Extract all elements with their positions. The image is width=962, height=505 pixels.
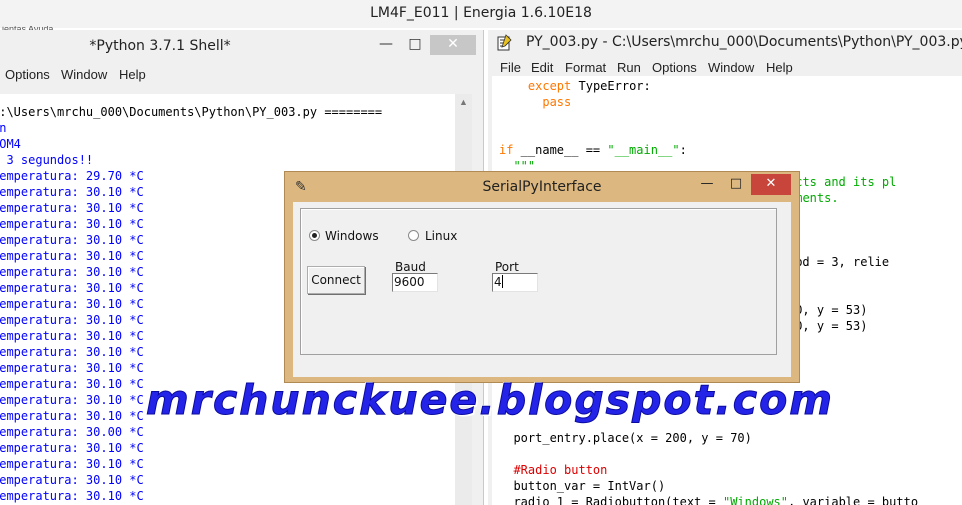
text-caret [501, 275, 503, 288]
shell-minimize-button[interactable]: — [372, 35, 400, 55]
scroll-up-arrow-icon[interactable]: ▲ [455, 94, 472, 111]
code-line: #Radio button [499, 462, 607, 478]
code-token: button_var = IntVar() [499, 479, 666, 493]
code-line: button_var = IntVar() [499, 478, 665, 494]
shell-menu-window[interactable]: Window [61, 67, 107, 82]
code-token: if [499, 143, 514, 157]
shell-output-line: Temperatura: 30.10 *C [0, 377, 144, 391]
code-token: radio_1 = Radiobutton(text = [499, 495, 723, 505]
editor-title: PY_003.py - C:\Users\mrchu_000\Documents… [526, 34, 962, 50]
editor-menu-window[interactable]: Window [708, 60, 754, 75]
shell-output-line: Temperatura: 29.70 *C [0, 169, 144, 183]
serialpyinterface-dialog: ✎ SerialPyInterface — □ ✕ Windows Linux … [284, 171, 800, 383]
shell-output-line: Temperatura: 30.10 *C [0, 217, 144, 231]
shell-output-line: n 3 segundos!! [0, 153, 94, 167]
code-token: except [527, 79, 572, 93]
shell-output-line: Temperatura: 30.10 *C [0, 201, 144, 215]
shell-title: *Python 3.7.1 Shell* [89, 38, 231, 54]
shell-output-line: COM4 [0, 137, 21, 151]
dialog-minimize-button[interactable]: — [693, 174, 721, 195]
baud-entry[interactable]: 9600 [392, 273, 438, 292]
editor-menu-edit[interactable]: Edit [531, 60, 553, 75]
radio-windows-label[interactable]: Windows [325, 229, 379, 243]
app-title-bar: LM4F_E011 | Energia 1.6.10E18 [0, 0, 962, 28]
code-token: , variable = butto [788, 495, 919, 505]
shell-output-line: Temperatura: 30.10 *C [0, 185, 144, 199]
code-line: port_entry.place(x = 200, y = 70) [499, 430, 752, 446]
shell-titlebar[interactable]: *Python 3.7.1 Shell* — □ ✕ [0, 30, 483, 60]
radio-linux-label[interactable]: Linux [425, 229, 457, 243]
code-token: "__main__" [607, 143, 680, 157]
shell-maximize-button[interactable]: □ [401, 35, 429, 55]
editor-menu-help[interactable]: Help [766, 60, 793, 75]
code-line: except TypeError: [499, 78, 651, 94]
shell-output-line: Temperatura: 30.10 *C [0, 473, 144, 487]
shell-output-line: Temperatura: 30.00 *C [0, 425, 144, 439]
code-token: #Radio button [513, 463, 608, 477]
code-line: radio_1 = Radiobutton(text = "Windows", … [499, 494, 918, 505]
shell-output-line: Temperatura: 30.10 *C [0, 457, 144, 471]
shell-menu-help[interactable]: Help [119, 67, 146, 82]
code-token: __name__ == [513, 143, 608, 157]
code-token: port_entry.place(x = 200, y = 70) [499, 431, 752, 445]
editor-menu-run[interactable]: Run [617, 60, 641, 75]
shell-menubar: Options Window Help [0, 64, 483, 84]
editor-menu-options[interactable]: Options [652, 60, 697, 75]
shell-output-line: Temperatura: 30.10 *C [0, 361, 144, 375]
port-label: Port [495, 260, 519, 274]
editor-menu-format[interactable]: Format [565, 60, 606, 75]
dialog-close-button[interactable]: ✕ [751, 174, 791, 195]
shell-output-line: Temperatura: 30.10 *C [0, 313, 144, 327]
dialog-client-area: Windows Linux Connect Baud 9600 Port 4 [293, 202, 791, 377]
shell-output-line: Temperatura: 30.10 *C [0, 297, 144, 311]
radio-linux[interactable] [408, 230, 419, 241]
dialog-maximize-button[interactable]: □ [722, 174, 750, 195]
radio-windows[interactable] [309, 230, 320, 241]
shell-output-line: C:\Users\mrchu_000\Documents\Python\PY_0… [0, 105, 383, 119]
shell-menu-options[interactable]: Options [5, 67, 50, 82]
shell-output-line: Temperatura: 30.10 *C [0, 329, 144, 343]
shell-output-line: Temperatura: 30.10 *C [0, 441, 144, 455]
shell-output-line: en [0, 120, 6, 136]
shell-output-line: Temperatura: 30.10 *C [0, 233, 144, 247]
code-token: : [679, 143, 687, 157]
code-token: TypeError: [571, 79, 651, 93]
editor-menu-file[interactable]: File [500, 60, 521, 75]
controls-frame: Windows Linux Connect Baud 9600 Port 4 [300, 208, 777, 355]
dialog-titlebar[interactable]: ✎ SerialPyInterface — □ ✕ [285, 172, 799, 201]
shell-output-line: Temperatura: 30.10 *C [0, 409, 144, 423]
idle-editor-icon [497, 34, 512, 51]
shell-output-line: Temperatura: 30.10 *C [0, 249, 144, 263]
port-entry-value: 4 [494, 275, 502, 289]
shell-output-line: Temperatura: 30.10 *C [0, 489, 144, 503]
code-token: "Windows" [722, 495, 788, 505]
editor-menubar: File Edit Format Run Options Window Help [492, 57, 962, 77]
code-line: if __name__ == "__main__": [499, 142, 687, 158]
blog-watermark: mrchunckuee.blogspot.com [146, 376, 834, 425]
code-token: pass [542, 95, 572, 109]
connect-button[interactable]: Connect [307, 266, 365, 294]
baud-label: Baud [395, 260, 426, 274]
shell-output-line: Temperatura: 30.10 *C [0, 265, 144, 279]
app-title: LM4F_E011 | Energia 1.6.10E18 [370, 5, 592, 21]
code-line: pass [499, 94, 571, 110]
shell-close-button[interactable]: ✕ [430, 35, 476, 55]
baud-entry-value: 9600 [394, 275, 425, 289]
shell-output-line: Temperatura: 30.10 *C [0, 393, 144, 407]
shell-output-line: Temperatura: 30.10 *C [0, 345, 144, 359]
port-entry[interactable]: 4 [492, 273, 538, 292]
shell-output-line: Temperatura: 30.10 *C [0, 281, 144, 295]
